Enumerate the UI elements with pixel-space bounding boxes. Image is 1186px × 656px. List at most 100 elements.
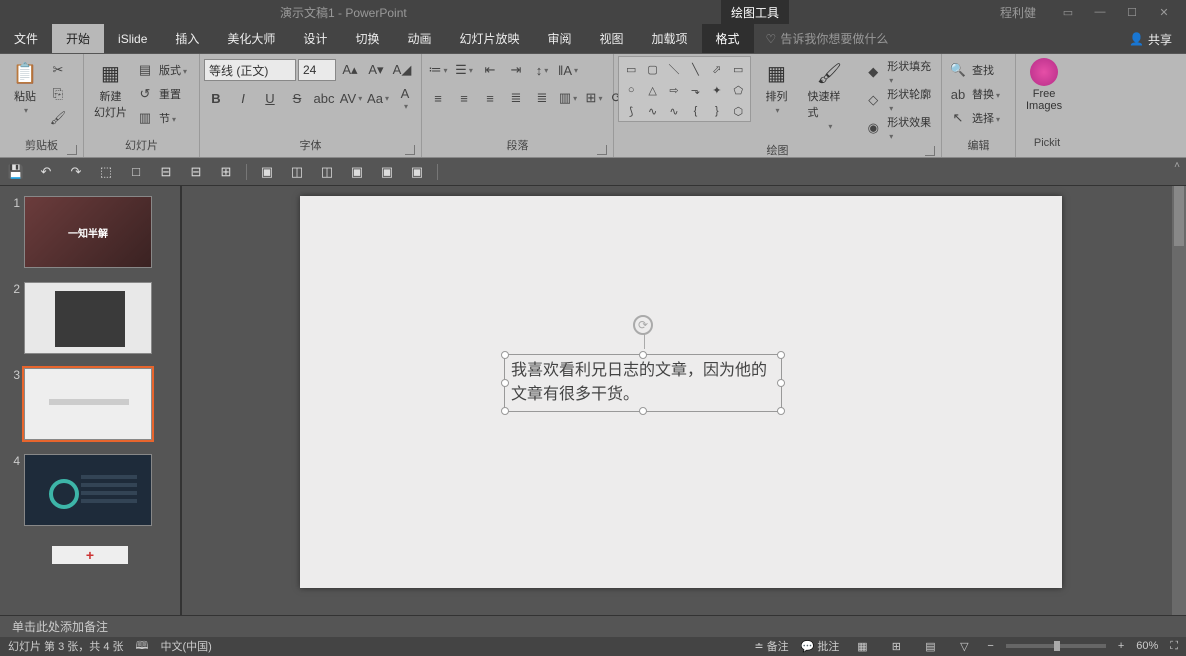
shape-outline-button[interactable]: ◇形状轮廓 [861, 86, 937, 114]
resize-handle-nw[interactable] [501, 351, 509, 359]
replace-button[interactable]: ab替换 [946, 82, 1000, 106]
change-case-button[interactable]: Aa [367, 87, 389, 109]
notes-pane[interactable]: 单击此处添加备注 [0, 615, 1186, 637]
align-center-button[interactable]: ≡ [453, 87, 475, 109]
user-name[interactable]: 程利健 [1000, 4, 1036, 21]
align-right-button[interactable]: ≡ [479, 87, 501, 109]
tab-insert[interactable]: 插入 [161, 24, 213, 53]
shapes-gallery[interactable]: ▭▢＼╲⬀▭ ○△⇨⬎✦⬠ ⟆∿∿{}⬡ [618, 56, 751, 122]
tab-transition[interactable]: 切换 [341, 24, 393, 53]
align-text-button[interactable]: ⊞ [583, 87, 605, 109]
minimize-button[interactable]: — [1084, 0, 1116, 24]
qat-btn-11[interactable]: ◫ [317, 162, 337, 182]
thumbnail-3[interactable]: 3 [0, 366, 180, 452]
format-painter-button[interactable]: 🖌 [47, 107, 69, 129]
bullets-button[interactable]: ≔ [427, 59, 449, 81]
sorter-view-button[interactable]: ⊞ [885, 639, 907, 653]
shadow-button[interactable]: abc [313, 87, 335, 109]
text-direction-button[interactable]: ‖A [557, 59, 579, 81]
distribute-button[interactable]: ≣ [531, 87, 553, 109]
tab-home[interactable]: 开始 [52, 24, 104, 53]
contextual-tab-drawing-tools[interactable]: 绘图工具 [721, 0, 789, 24]
thumbnail-2[interactable]: 2 [0, 280, 180, 366]
increase-font-button[interactable]: A▴ [339, 59, 361, 81]
slide-canvas[interactable]: ⟳ 我喜欢看利兄日志的文章，因为他的文章有很多干货。 [300, 196, 1062, 588]
selected-textbox[interactable]: ⟳ 我喜欢看利兄日志的文章，因为他的文章有很多干货。 [504, 354, 782, 412]
ribbon-options-icon[interactable]: ▭ [1052, 0, 1084, 24]
tab-addins[interactable]: 加载项 [638, 24, 702, 53]
qat-btn-12[interactable]: ▣ [347, 162, 367, 182]
qat-btn-8[interactable]: ⊞ [216, 162, 236, 182]
tab-beautify[interactable]: 美化大师 [213, 24, 289, 53]
language-status[interactable]: 中文(中国) [161, 638, 212, 654]
spellcheck-icon[interactable]: 🕮 [136, 637, 149, 656]
decrease-indent-button[interactable]: ⇤ [479, 59, 501, 81]
tell-me-search[interactable]: ♡ 告诉我你想要做什么 [766, 24, 889, 53]
rotate-handle[interactable]: ⟳ [633, 315, 653, 335]
save-button[interactable]: 💾 [6, 162, 26, 182]
zoom-slider[interactable] [1006, 644, 1106, 648]
qat-btn-6[interactable]: ⊟ [156, 162, 176, 182]
copy-button[interactable]: ⎘ [47, 83, 69, 105]
underline-button[interactable]: U [259, 87, 281, 109]
font-size-input[interactable] [298, 59, 336, 81]
undo-button[interactable]: ↶ [36, 162, 56, 182]
font-dialog-launcher[interactable] [405, 145, 415, 155]
qat-btn-13[interactable]: ▣ [377, 162, 397, 182]
resize-handle-se[interactable] [777, 407, 785, 415]
justify-button[interactable]: ≣ [505, 87, 527, 109]
cut-button[interactable]: ✂ [47, 59, 69, 81]
slideshow-view-button[interactable]: ▽ [953, 639, 975, 653]
thumbnail-1[interactable]: 1 一知半解 [0, 194, 180, 280]
notes-toggle[interactable]: ≐ 备注 [754, 638, 788, 654]
qat-btn-14[interactable]: ▣ [407, 162, 427, 182]
strikethrough-button[interactable]: S [286, 87, 308, 109]
clipboard-dialog-launcher[interactable] [67, 145, 77, 155]
comments-toggle[interactable]: 💬 批注 [801, 638, 840, 654]
resize-handle-e[interactable] [777, 379, 785, 387]
close-button[interactable]: ✕ [1148, 0, 1180, 24]
numbering-button[interactable]: ☰ [453, 59, 475, 81]
maximize-button[interactable]: ☐ [1116, 0, 1148, 24]
bold-button[interactable]: B [205, 87, 227, 109]
tab-format[interactable]: 格式 [702, 24, 754, 53]
select-button[interactable]: ↖选择 [946, 106, 1000, 130]
arrange-button[interactable]: ▦ 排列 [755, 56, 797, 118]
reset-button[interactable]: ↺重置 [133, 82, 187, 106]
tab-review[interactable]: 审阅 [533, 24, 585, 53]
resize-handle-n[interactable] [639, 351, 647, 359]
tab-file[interactable]: 文件 [0, 24, 52, 53]
qat-btn-9[interactable]: ▣ [257, 162, 277, 182]
font-name-input[interactable] [204, 59, 296, 81]
fit-to-window-button[interactable]: ⛶ [1170, 640, 1178, 653]
slide-editor[interactable]: ⟳ 我喜欢看利兄日志的文章，因为他的文章有很多干货。 [182, 186, 1186, 615]
collapse-ribbon-button[interactable]: ˄ [1170, 158, 1184, 172]
qat-btn-5[interactable]: □ [126, 162, 146, 182]
tab-view[interactable]: 视图 [586, 24, 638, 53]
thumbnail-4[interactable]: 4 [0, 452, 180, 538]
align-left-button[interactable]: ≡ [427, 87, 449, 109]
normal-view-button[interactable]: ▦ [851, 639, 873, 653]
find-button[interactable]: 🔍查找 [946, 58, 994, 82]
tab-design[interactable]: 设计 [289, 24, 341, 53]
char-spacing-button[interactable]: AV [340, 87, 362, 109]
vertical-scrollbar[interactable] [1172, 186, 1186, 615]
textbox-content[interactable]: 我喜欢看利兄日志的文章，因为他的文章有很多干货。 [505, 355, 781, 411]
resize-handle-sw[interactable] [501, 407, 509, 415]
pickit-button[interactable]: Free Images [1020, 56, 1068, 114]
zoom-level[interactable]: 60% [1136, 640, 1158, 652]
new-slide-button[interactable]: ▦ 新建 幻灯片 [88, 56, 133, 122]
zoom-in-button[interactable]: + [1118, 640, 1124, 652]
resize-handle-ne[interactable] [777, 351, 785, 359]
qat-btn-4[interactable]: ⬚ [96, 162, 116, 182]
resize-handle-w[interactable] [501, 379, 509, 387]
qat-btn-10[interactable]: ◫ [287, 162, 307, 182]
add-slide-button[interactable]: + [52, 546, 128, 564]
columns-button[interactable]: ▥ [557, 87, 579, 109]
slide-counter[interactable]: 幻灯片 第 3 张，共 4 张 [8, 638, 124, 654]
share-button[interactable]: 👤 共享 [1129, 24, 1172, 54]
font-color-button[interactable]: A [394, 87, 416, 109]
quick-styles-button[interactable]: 🖌 快速样式 [801, 56, 857, 134]
redo-button[interactable]: ↷ [66, 162, 86, 182]
increase-indent-button[interactable]: ⇥ [505, 59, 527, 81]
